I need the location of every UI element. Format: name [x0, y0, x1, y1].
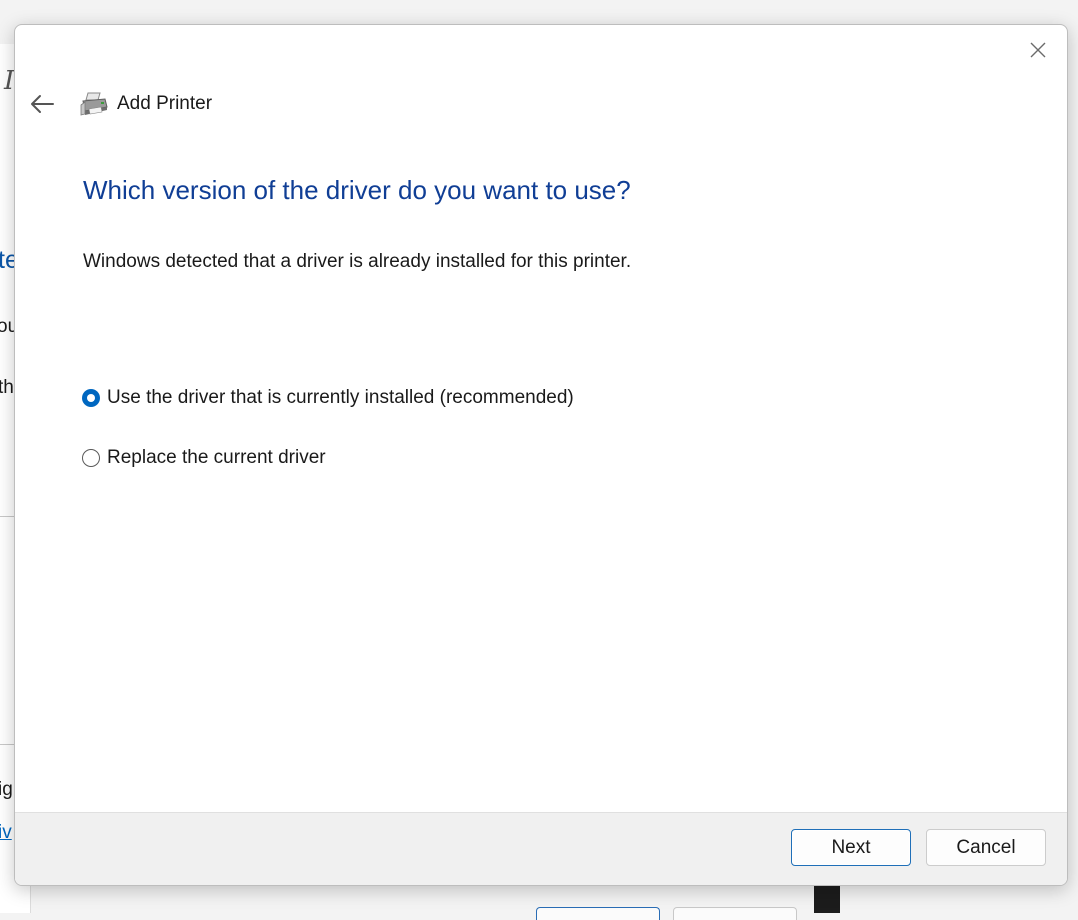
option-use-current-driver[interactable]: Use the driver that is currently install…: [82, 387, 574, 409]
option-replace-driver[interactable]: Replace the current driver: [82, 447, 326, 469]
background-text-fragment: ig: [0, 779, 13, 800]
background-divider: [0, 744, 14, 745]
background-button[interactable]: [673, 907, 797, 920]
add-printer-dialog: Add Printer Which version of the driver …: [14, 24, 1068, 886]
option-label: Replace the current driver: [107, 447, 326, 468]
background-button[interactable]: [536, 907, 660, 920]
dialog-header: Add Printer: [27, 89, 212, 119]
background-taskbar-element: [814, 884, 840, 913]
background-divider: [0, 516, 14, 517]
background-text-fragment: I: [4, 66, 15, 96]
radio-button-checked[interactable]: [82, 389, 100, 407]
printer-icon: [79, 91, 109, 117]
close-button[interactable]: [1027, 39, 1049, 61]
back-arrow-icon: [31, 95, 54, 113]
option-label: Use the driver that is currently install…: [107, 387, 574, 408]
page-description: Windows detected that a driver is alread…: [83, 251, 632, 272]
close-icon: [1030, 42, 1046, 58]
next-button[interactable]: Next: [791, 829, 911, 866]
page-heading: Which version of the driver do you want …: [83, 175, 631, 205]
back-button[interactable]: [27, 89, 57, 119]
cancel-button[interactable]: Cancel: [926, 829, 1046, 866]
background-link-fragment[interactable]: iv: [0, 822, 12, 844]
dialog-title: Add Printer: [117, 93, 213, 114]
dialog-footer: Next Cancel: [15, 812, 1067, 885]
radio-button-unchecked[interactable]: [82, 449, 100, 467]
background-text-fragment: th: [0, 377, 14, 398]
